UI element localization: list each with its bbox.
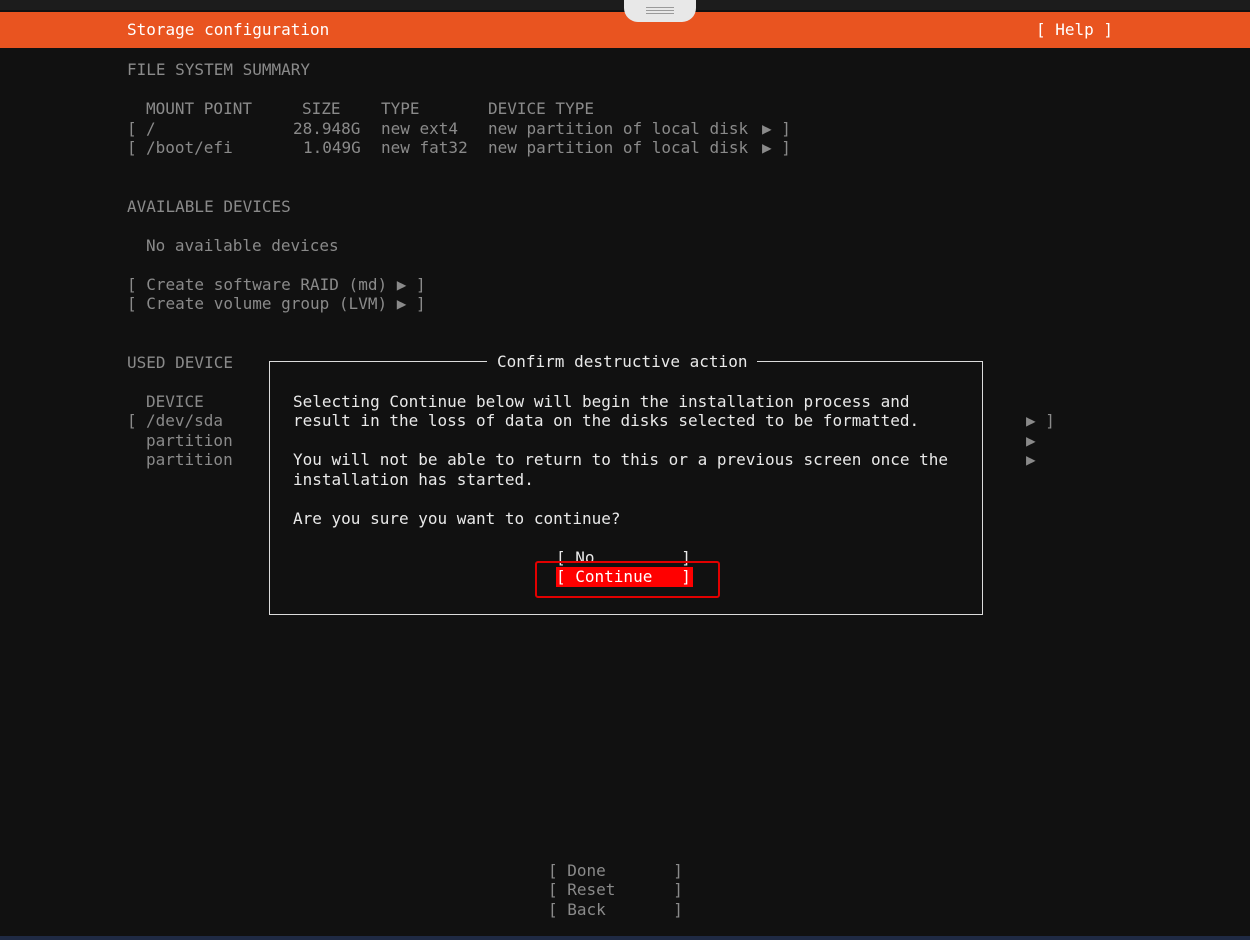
column-device: DEVICE [146, 392, 204, 411]
size-value: 1.049G [303, 138, 361, 157]
dialog-message-line: You will not be able to return to this o… [293, 450, 949, 469]
help-button[interactable]: [ Help ] [1036, 20, 1113, 40]
size-value: 28.948G [293, 119, 361, 138]
type-value: new fat32 [381, 138, 468, 157]
dialog-title: Confirm destructive action [487, 352, 758, 372]
grip-line [646, 13, 674, 14]
column-device-type: DEVICE TYPE [488, 99, 594, 118]
arrow-right-icon: ▶ [1026, 450, 1036, 469]
device-type-value: new partition of local disk [488, 138, 749, 157]
column-mount-point: MOUNT POINT [146, 99, 252, 118]
arrow-right-icon: ▶ [1026, 431, 1036, 450]
column-type: TYPE [381, 99, 420, 118]
create-raid-button[interactable]: [ Create software RAID (md) ▶ ] [127, 275, 426, 295]
device-name: partition [146, 431, 233, 450]
header-bar: Storage configuration [ Help ] [0, 12, 1250, 48]
highlight-box [535, 561, 720, 598]
row-bracket: [ [127, 138, 137, 157]
drag-handle[interactable] [624, 0, 696, 22]
dialog-message-line: result in the loss of data on the disks … [293, 411, 920, 430]
mount-point-value: /boot/efi [146, 138, 233, 157]
dialog-message-line: installation has started. [293, 470, 534, 489]
used-device-heading: USED DEVICE [127, 353, 233, 372]
type-value: new ext4 [381, 119, 459, 138]
mount-point-value: / [146, 119, 156, 138]
dialog-message-line: Selecting Continue below will begin the … [293, 392, 910, 411]
bottom-border [0, 936, 1250, 940]
reset-button[interactable]: [ Reset ] [548, 880, 683, 900]
arrow-right-icon: ▶ ] [1026, 411, 1055, 430]
arrow-right-icon: ▶ ] [762, 119, 791, 138]
device-name: partition [146, 450, 233, 469]
grip-line [646, 7, 674, 8]
column-size: SIZE [302, 99, 341, 118]
row-bracket: [ [127, 119, 137, 138]
create-lvm-button[interactable]: [ Create volume group (LVM) ▶ ] [127, 294, 426, 314]
back-button[interactable]: [ Back ] [548, 900, 683, 920]
file-system-summary-heading: FILE SYSTEM SUMMARY [127, 60, 311, 79]
page-title: Storage configuration [127, 20, 330, 39]
device-name: /dev/sda [146, 411, 224, 430]
available-devices-heading: AVAILABLE DEVICES [127, 197, 291, 216]
dialog-question: Are you sure you want to continue? [293, 509, 621, 528]
no-devices-text: No available devices [146, 236, 339, 255]
device-type-value: new partition of local disk [488, 119, 749, 138]
arrow-right-icon: ▶ ] [762, 138, 791, 157]
grip-line [646, 10, 674, 11]
done-button[interactable]: [ Done ] [548, 861, 683, 881]
row-bracket: [ [127, 411, 137, 430]
